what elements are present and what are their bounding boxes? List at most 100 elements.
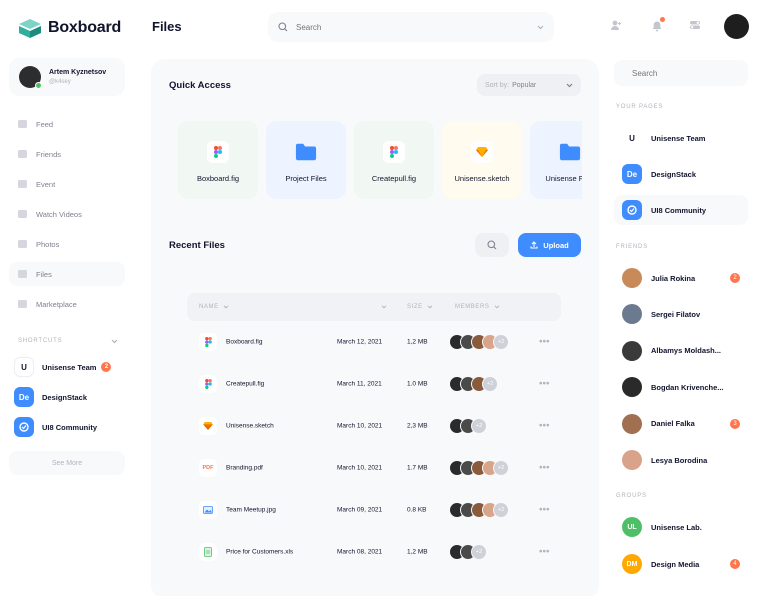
friend-name: Daniel Falka bbox=[651, 419, 695, 429]
nav-item-feed[interactable]: Feed bbox=[9, 112, 125, 136]
quick-access-card[interactable]: Unisense Files bbox=[530, 121, 582, 199]
recent-files-title: Recent Files bbox=[169, 240, 225, 251]
column-date-sort[interactable] bbox=[381, 305, 387, 309]
table-row[interactable]: Price for Customers.xls March 08, 2021 1… bbox=[187, 531, 561, 573]
file-date: March 08, 2021 bbox=[337, 548, 383, 556]
global-search[interactable] bbox=[268, 12, 554, 42]
figma-icon bbox=[199, 333, 217, 351]
nav-item-files[interactable]: Files bbox=[9, 262, 125, 286]
chevron-down-icon[interactable] bbox=[537, 25, 544, 30]
right-search[interactable] bbox=[614, 60, 748, 86]
see-more-button[interactable]: See More bbox=[9, 451, 125, 475]
more-options-icon[interactable]: ••• bbox=[539, 547, 550, 558]
nav-item-marketplace[interactable]: Marketplace bbox=[9, 292, 125, 316]
nav-item-event[interactable]: Event bbox=[9, 172, 125, 196]
quick-access-label: Createpull.fig bbox=[371, 174, 417, 183]
friend-item[interactable]: Bogdan Krivenche... bbox=[614, 372, 748, 402]
table-row[interactable]: Unisense.sketch March 10, 2021 2,3 MB +2… bbox=[187, 405, 561, 447]
recent-files-search-button[interactable] bbox=[475, 233, 509, 257]
file-name[interactable]: Unisense.sketch bbox=[226, 423, 274, 430]
member-stack[interactable]: +2 bbox=[449, 418, 487, 434]
member-stack[interactable]: +2 bbox=[449, 334, 509, 350]
user-handle: @k4sey bbox=[49, 79, 71, 85]
friend-item[interactable]: Albamys Moldash... bbox=[614, 336, 748, 366]
avatar bbox=[622, 268, 642, 288]
member-stack[interactable]: +2 bbox=[449, 376, 498, 392]
nav-item-watch-videos[interactable]: Watch Videos bbox=[9, 202, 125, 226]
feed-icon bbox=[18, 120, 27, 128]
quick-access-card[interactable]: Unisense.sketch bbox=[442, 121, 522, 199]
file-name[interactable]: Createpull.fig bbox=[226, 381, 264, 388]
user-profile-card[interactable]: Artem Kyznetsov @k4sey bbox=[9, 58, 125, 96]
shortcut-designstack[interactable]: De DesignStack bbox=[14, 387, 122, 407]
shortcut-ui8-community[interactable]: UI8 Community bbox=[14, 417, 122, 437]
friends-icon bbox=[18, 150, 27, 158]
more-options-icon[interactable]: ••• bbox=[539, 379, 550, 390]
more-options-icon[interactable]: ••• bbox=[539, 421, 550, 432]
file-name[interactable]: Team Meetup.jpg bbox=[226, 507, 276, 514]
search-input[interactable] bbox=[632, 68, 742, 78]
online-indicator bbox=[35, 82, 42, 89]
friend-item[interactable]: Sergei Filatov bbox=[614, 299, 748, 329]
page-ui8-community[interactable]: UI8 Community bbox=[614, 195, 748, 225]
friend-item[interactable]: Daniel Falka bbox=[614, 409, 748, 439]
upload-button[interactable]: Upload bbox=[518, 233, 581, 257]
friend-item[interactable]: Lesya Borodina bbox=[614, 445, 748, 475]
file-size: 0.8 KB bbox=[407, 506, 427, 514]
shortcut-unisense-team[interactable]: U Unisense Team 2 bbox=[14, 357, 122, 377]
search-icon bbox=[278, 22, 288, 32]
table-body: Boxboard.fig March 12, 2021 1,2 MB +2 ••… bbox=[187, 321, 561, 573]
toggle-icon[interactable] bbox=[689, 19, 701, 31]
column-members-header[interactable]: MEMBERS bbox=[455, 304, 500, 310]
notifications-button[interactable] bbox=[651, 17, 665, 32]
sort-label: Sort by: bbox=[485, 81, 510, 89]
quick-access-card[interactable]: Project Files bbox=[266, 121, 346, 199]
file-name[interactable]: Boxboard.fig bbox=[226, 339, 263, 346]
quick-access-card[interactable]: Boxboard.fig bbox=[178, 121, 258, 199]
file-size: 1,2 MB bbox=[407, 548, 428, 556]
table-row[interactable]: PDF Branding.pdf March 10, 2021 1.7 MB +… bbox=[187, 447, 561, 489]
logo-icon bbox=[19, 19, 41, 38]
image-icon bbox=[199, 501, 217, 519]
quick-access-card[interactable]: Createpull.fig bbox=[354, 121, 434, 199]
file-name[interactable]: Price for Customers.xls bbox=[226, 549, 293, 556]
avatar bbox=[622, 340, 642, 361]
more-options-icon[interactable]: ••• bbox=[539, 337, 550, 348]
add-friend-icon[interactable] bbox=[610, 19, 622, 31]
file-name[interactable]: Branding.pdf bbox=[226, 465, 263, 472]
nav-item-photos[interactable]: Photos bbox=[9, 232, 125, 256]
column-name-header[interactable]: NAME bbox=[199, 304, 229, 310]
notification-badge: 3 bbox=[730, 418, 740, 429]
page-unisense-team[interactable]: U Unisense Team bbox=[614, 123, 748, 153]
file-icon-wrap bbox=[199, 501, 217, 519]
avatar bbox=[622, 450, 642, 470]
more-members-count: +2 bbox=[471, 418, 487, 434]
friend-name: Bogdan Krivenche... bbox=[651, 382, 724, 392]
nav-item-friends[interactable]: Friends bbox=[9, 142, 125, 166]
your-pages-heading: YOUR PAGES bbox=[616, 104, 664, 110]
sort-dropdown[interactable]: Sort by: Popular bbox=[477, 74, 581, 96]
member-stack[interactable]: +2 bbox=[449, 460, 509, 476]
shortcuts-header[interactable]: SHORTCUTS bbox=[18, 338, 118, 344]
more-options-icon[interactable]: ••• bbox=[539, 505, 550, 516]
group-item[interactable]: DM Design Media bbox=[614, 549, 748, 579]
chevron-down-icon bbox=[111, 339, 118, 343]
quick-access-label: Project Files bbox=[285, 174, 327, 183]
app-logo[interactable]: Boxboard bbox=[18, 17, 121, 39]
page-designstack[interactable]: De DesignStack bbox=[614, 159, 748, 189]
quick-access-label: Unisense.sketch bbox=[454, 174, 510, 183]
profile-avatar[interactable] bbox=[724, 14, 749, 39]
group-item[interactable]: UL Unisense Lab. bbox=[614, 512, 748, 542]
friend-item[interactable]: Julia Rokina bbox=[614, 263, 748, 293]
file-date: March 10, 2021 bbox=[337, 422, 383, 430]
table-row[interactable]: Boxboard.fig March 12, 2021 1,2 MB +2 ••… bbox=[187, 321, 561, 363]
table-row[interactable]: Team Meetup.jpg March 09, 2021 0.8 KB +2… bbox=[187, 489, 561, 531]
table-row[interactable]: Createpull.fig March 11, 2021 1.0 MB +2 … bbox=[187, 363, 561, 405]
column-size-header[interactable]: SIZE bbox=[407, 304, 433, 310]
groups-heading: GROUPS bbox=[616, 493, 647, 499]
file-size: 1.7 MB bbox=[407, 464, 428, 472]
member-stack[interactable]: +2 bbox=[449, 502, 509, 518]
search-input[interactable] bbox=[296, 22, 529, 32]
more-options-icon[interactable]: ••• bbox=[539, 463, 550, 474]
member-stack[interactable]: +2 bbox=[449, 544, 487, 560]
